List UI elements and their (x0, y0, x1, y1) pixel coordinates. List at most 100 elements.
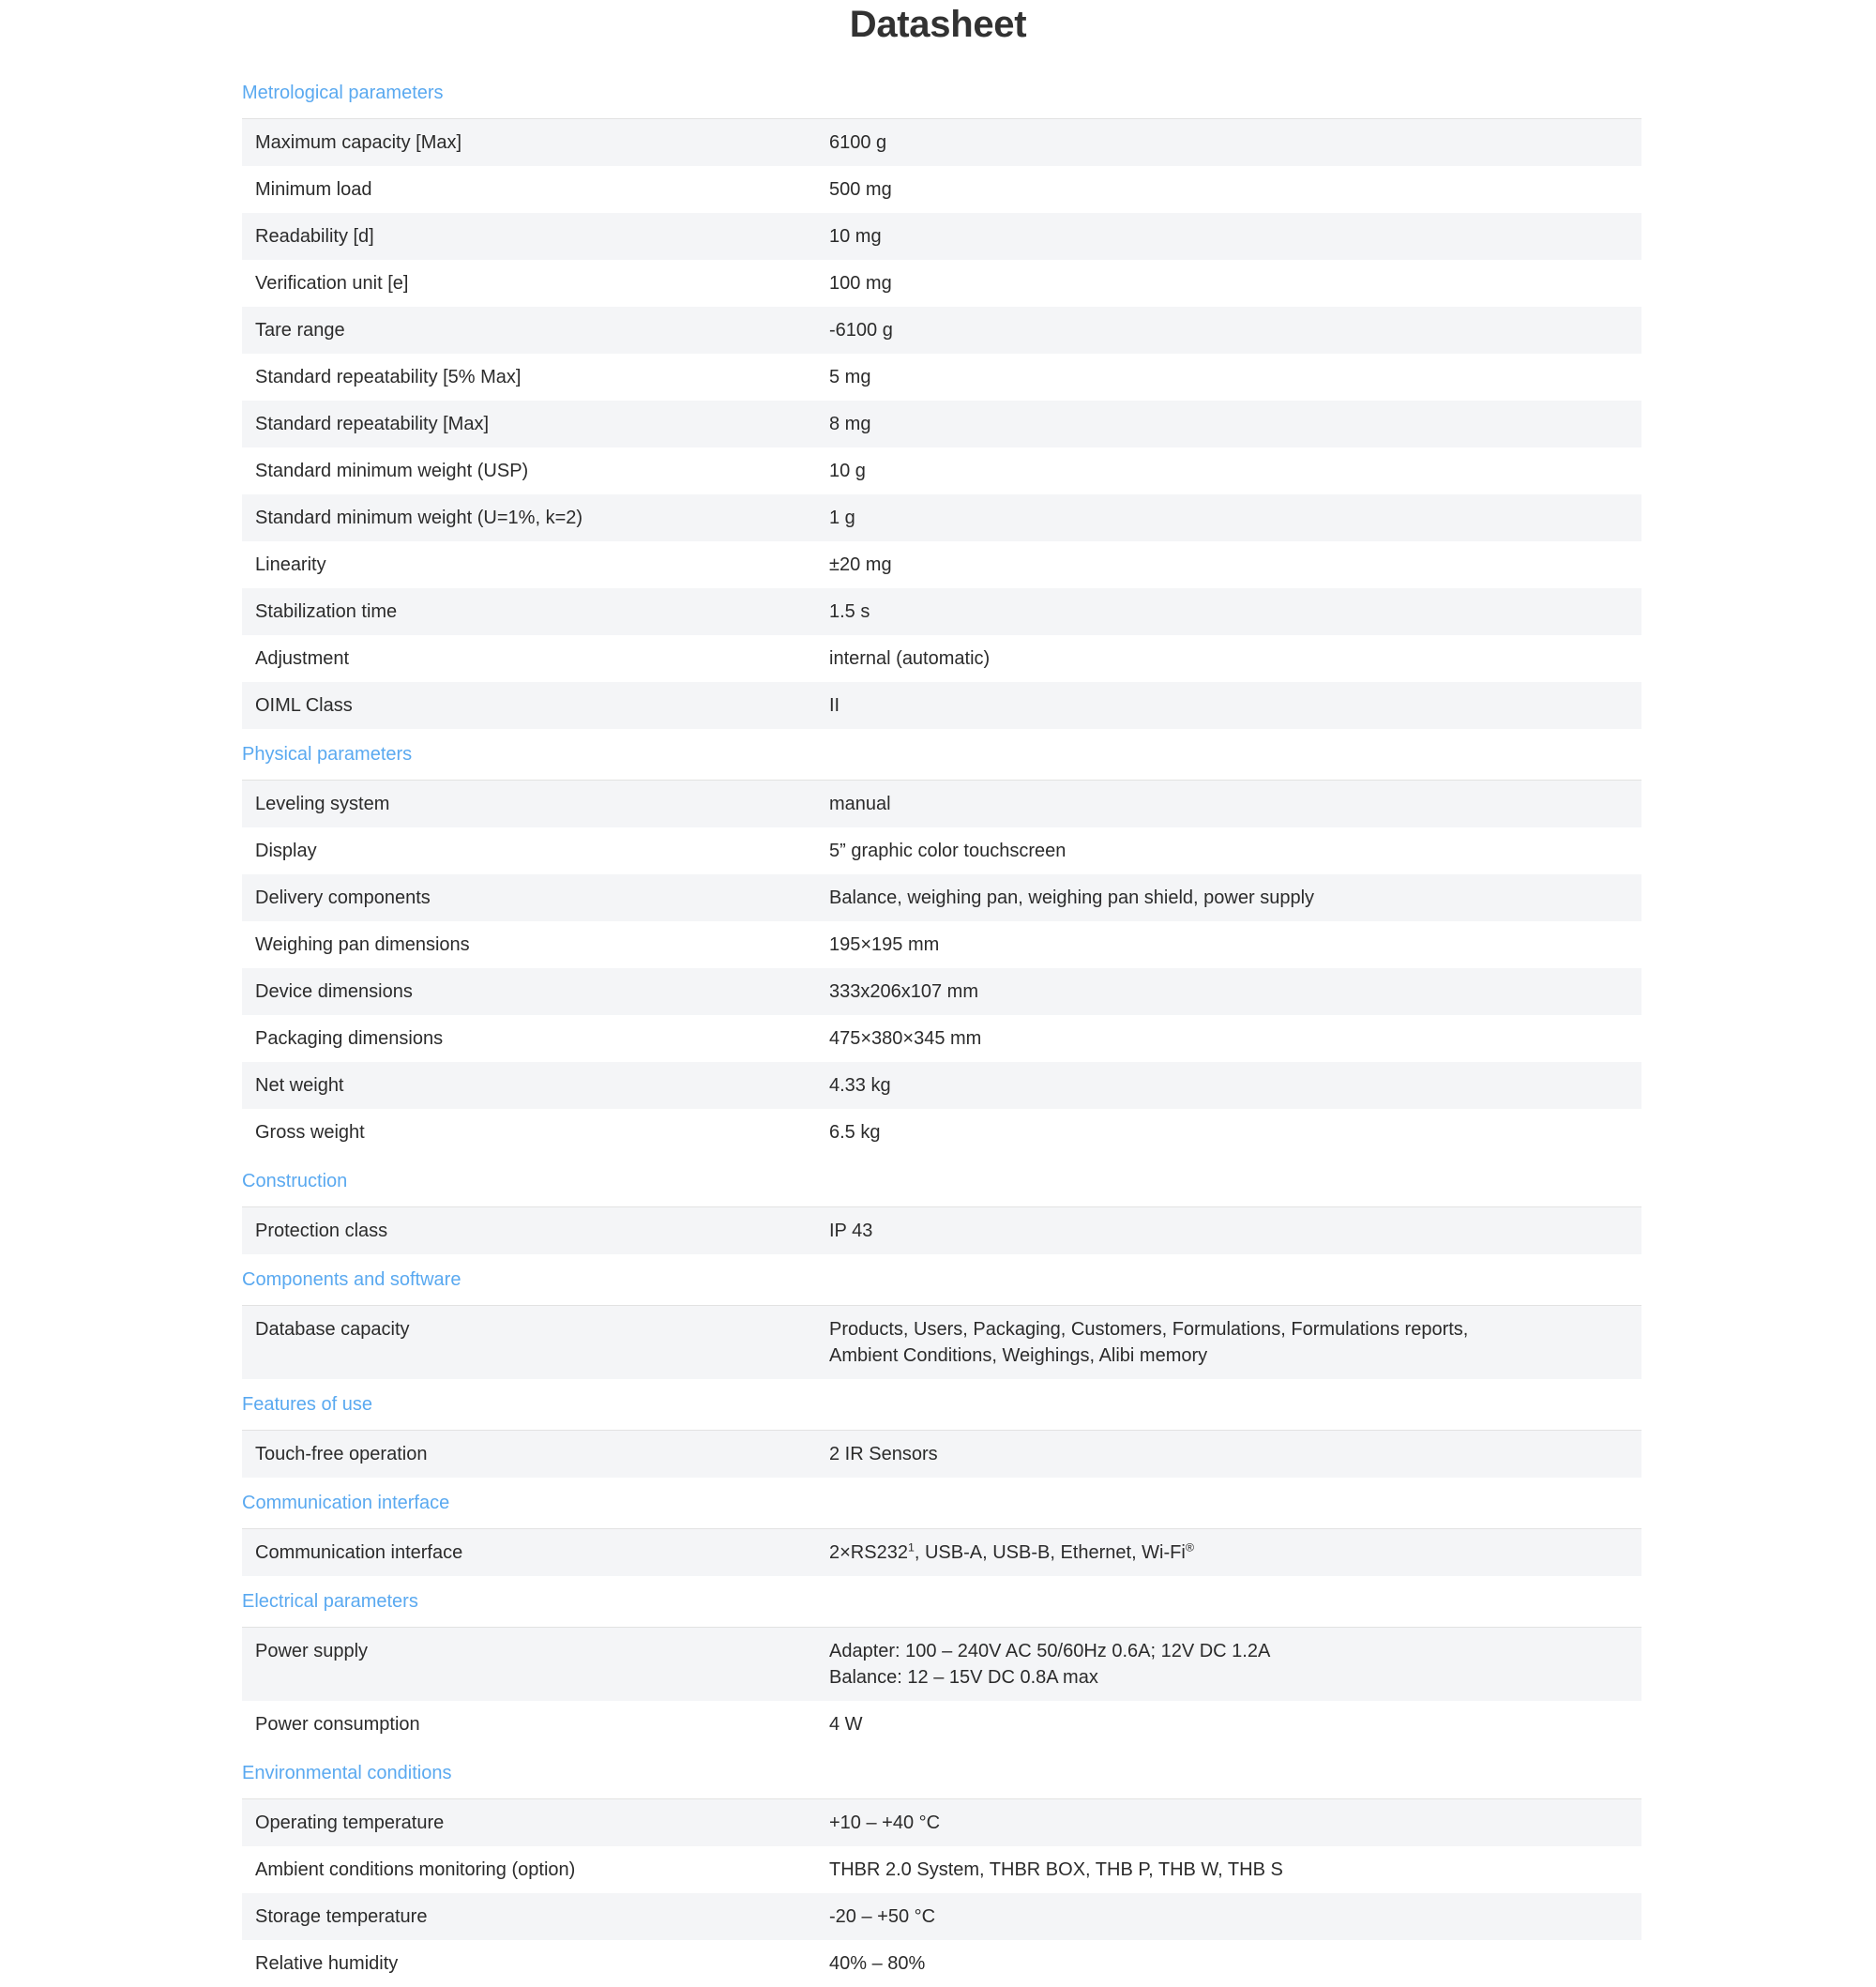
value-text: 2×RS232 (829, 1542, 908, 1563)
spec-value: 4.33 kg (829, 1075, 891, 1096)
spec-key: Touch-free operation (255, 1444, 428, 1464)
table-row: Power consumption 4 W (242, 1701, 1642, 1748)
spec-key: Delivery components (255, 887, 431, 908)
spec-key: Database capacity (255, 1319, 410, 1340)
table-row: Stabilization time 1.5 s (242, 588, 1642, 635)
spec-key: Readability [d] (255, 226, 374, 247)
spec-key: Storage temperature (255, 1906, 428, 1927)
spec-value: 475×380×345 mm (829, 1028, 982, 1049)
table-row: Storage temperature -20 – +50 °C (242, 1893, 1642, 1940)
spec-value: 2 IR Sensors (829, 1444, 938, 1464)
table-row: Standard repeatability [5% Max] 5 mg (242, 354, 1642, 401)
section-title-construction: Construction (242, 1171, 348, 1191)
superscript-marker: 1 (907, 1540, 915, 1555)
spec-table-environmental-conditions: Operating temperature +10 – +40 °C Ambient… (242, 1798, 1642, 1987)
section-construction: Construction Protection class IP 43 (242, 1156, 1642, 1254)
spec-key: Standard repeatability [5% Max] (255, 367, 522, 387)
spec-value: 1.5 s (829, 601, 870, 622)
spec-key: Standard repeatability [Max] (255, 414, 490, 434)
table-row: Net weight 4.33 kg (242, 1062, 1642, 1109)
table-row: Weighing pan dimensions 195×195 mm (242, 921, 1642, 968)
spec-value: Adapter: 100 – 240V AC 50/60Hz 0.6A; 12V… (816, 1628, 1642, 1702)
spec-key: Weighing pan dimensions (255, 934, 470, 955)
table-row: Delivery components Balance, weighing pan… (242, 874, 1642, 921)
spec-key: OIML Class (255, 695, 353, 716)
spec-table-features-of-use: Touch-free operation 2 IR Sensors (242, 1430, 1642, 1478)
table-row: Touch-free operation 2 IR Sensors (242, 1430, 1642, 1478)
spec-value: ±20 mg (829, 554, 892, 575)
section-title-features-of-use: Features of use (242, 1394, 372, 1415)
spec-value: II (829, 695, 840, 716)
spec-value: 40% – 80% (829, 1953, 926, 1974)
section-features-of-use: Features of use Touch-free operation 2 IR … (242, 1379, 1642, 1478)
datasheet-body: Metrological parameters Maximum capacity … (242, 47, 1642, 1987)
page-title: Datasheet (849, 4, 1027, 45)
spec-value: IP 43 (829, 1221, 873, 1241)
spec-key: Power supply (255, 1641, 369, 1661)
spec-key: Relative humidity (255, 1953, 399, 1974)
spec-key: Ambient conditions monitoring (option) (255, 1859, 576, 1880)
table-row: Power supply Adapter: 100 – 240V AC 50/60… (242, 1627, 1642, 1702)
value-text: , USB-A, USB-B, Ethernet, Wi-Fi (914, 1542, 1186, 1563)
spec-value: -6100 g (829, 320, 893, 341)
section-title-components-and-software: Components and software (242, 1269, 461, 1290)
table-row: Verification unit [e] 100 mg (242, 260, 1642, 307)
spec-value: 4 W (829, 1714, 863, 1735)
table-row: Leveling system manual (242, 780, 1642, 827)
spec-value: internal (automatic) (829, 648, 991, 669)
table-row: Maximum capacity [Max] 6100 g (242, 118, 1642, 166)
section-communication-interface: Communication interface Communication int… (242, 1478, 1642, 1576)
spec-value: manual (829, 794, 891, 814)
value-line: Balance: 12 – 15V DC 0.8A max (829, 1667, 1098, 1688)
spec-table-physical-parameters: Leveling system manual Display 5” graphic c… (242, 780, 1642, 1156)
value-line: Ambient Conditions, Weighings, Alibi mem… (829, 1345, 1208, 1366)
spec-value: 6100 g (829, 132, 887, 153)
spec-key: Standard minimum weight (U=1%, k=2) (255, 508, 583, 528)
section-electrical-parameters: Electrical parameters Power supply Adapter… (242, 1576, 1642, 1748)
superscript-marker: ® (1185, 1540, 1194, 1555)
spec-key: Packaging dimensions (255, 1028, 444, 1049)
spec-key: Power consumption (255, 1714, 420, 1735)
spec-value: Balance, weighing pan, weighing pan shie… (829, 887, 1315, 908)
spec-value: 10 g (829, 461, 866, 481)
spec-table-communication-interface: Communication interface 2×RS2321, USB-A, … (242, 1528, 1642, 1576)
spec-value: 100 mg (829, 273, 892, 294)
spec-table-components-and-software: Database capacity Products, Users, Packag… (242, 1305, 1642, 1379)
table-row: Ambient conditions monitoring (option) TH… (242, 1846, 1642, 1893)
table-row: Standard repeatability [Max] 8 mg (242, 401, 1642, 447)
table-row: OIML Class II (242, 682, 1642, 729)
spec-key: Communication interface (255, 1542, 463, 1563)
spec-key: Protection class (255, 1221, 388, 1241)
section-title-communication-interface: Communication interface (242, 1493, 450, 1513)
spec-value: 1 g (829, 508, 855, 528)
table-row: Readability [d] 10 mg (242, 213, 1642, 260)
section-title-metrological-parameters: Metrological parameters (242, 83, 444, 103)
spec-value: 5 mg (829, 367, 871, 387)
table-row: Gross weight 6.5 kg (242, 1109, 1642, 1156)
spec-value: 10 mg (829, 226, 882, 247)
spec-value: 333x206x107 mm (829, 981, 978, 1002)
section-title-electrical-parameters: Electrical parameters (242, 1591, 418, 1612)
value-line: Adapter: 100 – 240V AC 50/60Hz 0.6A; 12V… (829, 1641, 1271, 1661)
section-title-physical-parameters: Physical parameters (242, 744, 413, 765)
spec-key: Display (255, 841, 317, 861)
spec-key: Minimum load (255, 179, 372, 200)
spec-value: -20 – +50 °C (829, 1906, 936, 1927)
section-components-and-software: Components and software Database capacity… (242, 1254, 1642, 1379)
spec-key: Maximum capacity [Max] (255, 132, 462, 153)
section-title-environmental-conditions: Environmental conditions (242, 1763, 452, 1783)
spec-value: 195×195 mm (829, 934, 940, 955)
spec-key: Tare range (255, 320, 345, 341)
table-row: Linearity ±20 mg (242, 541, 1642, 588)
section-physical-parameters: Physical parameters Leveling system manual… (242, 729, 1642, 1156)
spec-key: Adjustment (255, 648, 350, 669)
spec-value: +10 – +40 °C (829, 1813, 941, 1833)
section-environmental-conditions: Environmental conditions Operating temper… (242, 1748, 1642, 1987)
table-row: Protection class IP 43 (242, 1206, 1642, 1254)
spec-value: 5” graphic color touchscreen (829, 841, 1067, 861)
table-row: Standard minimum weight (U=1%, k=2) 1 g (242, 494, 1642, 541)
spec-table-construction: Protection class IP 43 (242, 1206, 1642, 1254)
spec-key: Stabilization time (255, 601, 398, 622)
value-line: Products, Users, Packaging, Customers, F… (829, 1319, 1469, 1340)
spec-value: Products, Users, Packaging, Customers, F… (816, 1306, 1642, 1380)
